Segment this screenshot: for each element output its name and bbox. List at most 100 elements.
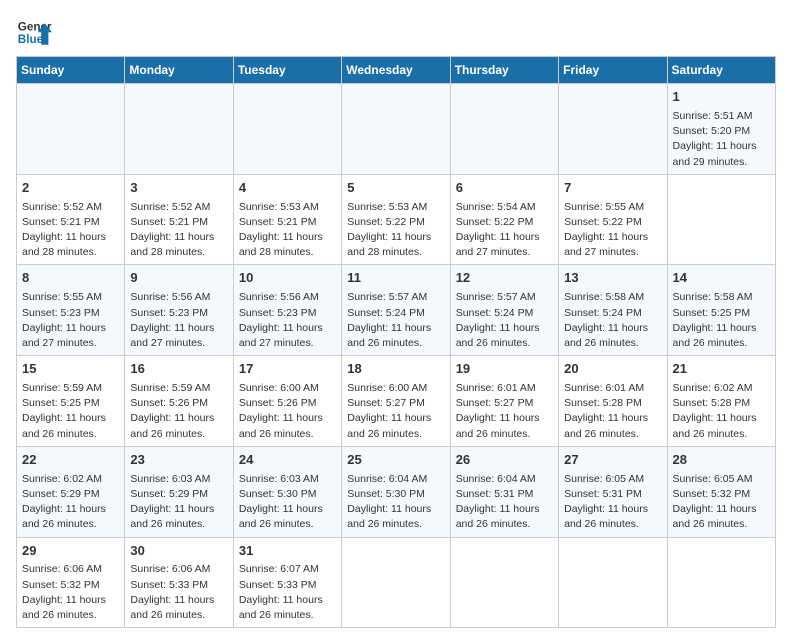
calendar-cell: 22 Sunrise: 6:02 AMSunset: 5:29 PMDayligh… [17, 446, 125, 537]
day-info: Sunrise: 5:51 AMSunset: 5:20 PMDaylight:… [673, 110, 757, 168]
calendar-cell: 10 Sunrise: 5:56 AMSunset: 5:23 PMDayligh… [233, 265, 341, 356]
day-info: Sunrise: 5:55 AMSunset: 5:23 PMDaylight:… [22, 291, 106, 349]
calendar-table: SundayMondayTuesdayWednesdayThursdayFrid… [16, 56, 776, 628]
day-number: 21 [673, 360, 770, 379]
logo: General Blue [16, 16, 52, 52]
calendar-week: 29 Sunrise: 6:06 AMSunset: 5:32 PMDayligh… [17, 537, 776, 628]
day-number: 16 [130, 360, 227, 379]
day-number: 14 [673, 269, 770, 288]
day-info: Sunrise: 6:06 AMSunset: 5:33 PMDaylight:… [130, 563, 214, 621]
page-header: General Blue [16, 16, 776, 52]
calendar-cell: 17Sunrise: 6:00 AMSunset: 5:26 PMDayligh… [233, 356, 341, 447]
calendar-cell: 30Sunrise: 6:06 AMSunset: 5:33 PMDayligh… [125, 537, 233, 628]
calendar-cell: 8 Sunrise: 5:55 AMSunset: 5:23 PMDaylight… [17, 265, 125, 356]
day-number: 6 [456, 179, 553, 198]
calendar-cell: 27Sunrise: 6:05 AMSunset: 5:31 PMDayligh… [559, 446, 667, 537]
day-number: 27 [564, 451, 661, 470]
day-info: Sunrise: 5:53 AMSunset: 5:21 PMDaylight:… [239, 201, 323, 259]
day-number: 17 [239, 360, 336, 379]
day-number: 1 [673, 88, 770, 107]
calendar-cell: 11 Sunrise: 5:57 AMSunset: 5:24 PMDayligh… [342, 265, 450, 356]
day-number: 13 [564, 269, 661, 288]
day-number: 5 [347, 179, 444, 198]
day-info: Sunrise: 6:00 AMSunset: 5:27 PMDaylight:… [347, 382, 431, 440]
day-info: Sunrise: 6:03 AMSunset: 5:29 PMDaylight:… [130, 473, 214, 531]
day-of-week-header: Saturday [667, 57, 775, 84]
day-info: Sunrise: 5:56 AMSunset: 5:23 PMDaylight:… [130, 291, 214, 349]
day-number: 29 [22, 542, 119, 561]
day-of-week-header: Wednesday [342, 57, 450, 84]
day-number: 12 [456, 269, 553, 288]
day-number: 24 [239, 451, 336, 470]
day-number: 22 [22, 451, 119, 470]
day-info: Sunrise: 5:57 AMSunset: 5:24 PMDaylight:… [456, 291, 540, 349]
calendar-week: 1 Sunrise: 5:51 AMSunset: 5:20 PMDaylight… [17, 84, 776, 175]
day-number: 4 [239, 179, 336, 198]
calendar-cell: 9Sunrise: 5:56 AMSunset: 5:23 PMDaylight… [125, 265, 233, 356]
day-number: 20 [564, 360, 661, 379]
day-of-week-header: Tuesday [233, 57, 341, 84]
calendar-cell: 29 Sunrise: 6:06 AMSunset: 5:32 PMDayligh… [17, 537, 125, 628]
calendar-cell: 3Sunrise: 5:52 AMSunset: 5:21 PMDaylight… [125, 174, 233, 265]
header-row: SundayMondayTuesdayWednesdayThursdayFrid… [17, 57, 776, 84]
day-number: 25 [347, 451, 444, 470]
day-number: 8 [22, 269, 119, 288]
calendar-cell: 20 Sunrise: 6:01 AMSunset: 5:28 PMDayligh… [559, 356, 667, 447]
day-number: 3 [130, 179, 227, 198]
day-info: Sunrise: 5:52 AMSunset: 5:21 PMDaylight:… [22, 201, 106, 259]
day-number: 19 [456, 360, 553, 379]
day-number: 11 [347, 269, 444, 288]
calendar-cell [342, 537, 450, 628]
day-of-week-header: Monday [125, 57, 233, 84]
day-of-week-header: Friday [559, 57, 667, 84]
day-info: Sunrise: 6:05 AMSunset: 5:32 PMDaylight:… [673, 473, 757, 531]
calendar-cell [559, 84, 667, 175]
day-info: Sunrise: 5:55 AMSunset: 5:22 PMDaylight:… [564, 201, 648, 259]
calendar-cell [667, 537, 775, 628]
calendar-cell: 16Sunrise: 5:59 AMSunset: 5:26 PMDayligh… [125, 356, 233, 447]
calendar-cell: 14 Sunrise: 5:58 AMSunset: 5:25 PMDayligh… [667, 265, 775, 356]
calendar-cell [667, 174, 775, 265]
calendar-cell: 18 Sunrise: 6:00 AMSunset: 5:27 PMDayligh… [342, 356, 450, 447]
calendar-cell [125, 84, 233, 175]
day-info: Sunrise: 5:56 AMSunset: 5:23 PMDaylight:… [239, 291, 323, 349]
day-number: 2 [22, 179, 119, 198]
calendar-cell: 12 Sunrise: 5:57 AMSunset: 5:24 PMDayligh… [450, 265, 558, 356]
calendar-cell: 24Sunrise: 6:03 AMSunset: 5:30 PMDayligh… [233, 446, 341, 537]
day-info: Sunrise: 6:01 AMSunset: 5:28 PMDaylight:… [564, 382, 648, 440]
calendar-cell: 1 Sunrise: 5:51 AMSunset: 5:20 PMDaylight… [667, 84, 775, 175]
day-info: Sunrise: 6:01 AMSunset: 5:27 PMDaylight:… [456, 382, 540, 440]
calendar-cell: 21 Sunrise: 6:02 AMSunset: 5:28 PMDayligh… [667, 356, 775, 447]
calendar-cell [17, 84, 125, 175]
calendar-cell: 2 Sunrise: 5:52 AMSunset: 5:21 PMDaylight… [17, 174, 125, 265]
day-number: 23 [130, 451, 227, 470]
day-info: Sunrise: 5:54 AMSunset: 5:22 PMDaylight:… [456, 201, 540, 259]
calendar-cell: 4 Sunrise: 5:53 AMSunset: 5:21 PMDaylight… [233, 174, 341, 265]
calendar-cell: 13 Sunrise: 5:58 AMSunset: 5:24 PMDayligh… [559, 265, 667, 356]
day-info: Sunrise: 6:02 AMSunset: 5:28 PMDaylight:… [673, 382, 757, 440]
day-number: 18 [347, 360, 444, 379]
calendar-header: SundayMondayTuesdayWednesdayThursdayFrid… [17, 57, 776, 84]
day-info: Sunrise: 5:59 AMSunset: 5:25 PMDaylight:… [22, 382, 106, 440]
calendar-cell: 23 Sunrise: 6:03 AMSunset: 5:29 PMDayligh… [125, 446, 233, 537]
calendar-cell [342, 84, 450, 175]
day-info: Sunrise: 5:58 AMSunset: 5:25 PMDaylight:… [673, 291, 757, 349]
calendar-week: 8 Sunrise: 5:55 AMSunset: 5:23 PMDaylight… [17, 265, 776, 356]
calendar-cell: 19 Sunrise: 6:01 AMSunset: 5:27 PMDayligh… [450, 356, 558, 447]
calendar-cell: 5Sunrise: 5:53 AMSunset: 5:22 PMDaylight… [342, 174, 450, 265]
day-number: 15 [22, 360, 119, 379]
calendar-cell: 31Sunrise: 6:07 AMSunset: 5:33 PMDayligh… [233, 537, 341, 628]
calendar-week: 2 Sunrise: 5:52 AMSunset: 5:21 PMDaylight… [17, 174, 776, 265]
day-info: Sunrise: 5:57 AMSunset: 5:24 PMDaylight:… [347, 291, 431, 349]
calendar-cell: 26Sunrise: 6:04 AMSunset: 5:31 PMDayligh… [450, 446, 558, 537]
day-number: 31 [239, 542, 336, 561]
day-number: 10 [239, 269, 336, 288]
day-info: Sunrise: 6:02 AMSunset: 5:29 PMDaylight:… [22, 473, 106, 531]
svg-text:Blue: Blue [18, 33, 44, 46]
calendar-cell: 6 Sunrise: 5:54 AMSunset: 5:22 PMDaylight… [450, 174, 558, 265]
calendar-body: 1 Sunrise: 5:51 AMSunset: 5:20 PMDaylight… [17, 84, 776, 628]
day-info: Sunrise: 6:06 AMSunset: 5:32 PMDaylight:… [22, 563, 106, 621]
day-number: 28 [673, 451, 770, 470]
day-info: Sunrise: 5:58 AMSunset: 5:24 PMDaylight:… [564, 291, 648, 349]
day-number: 26 [456, 451, 553, 470]
